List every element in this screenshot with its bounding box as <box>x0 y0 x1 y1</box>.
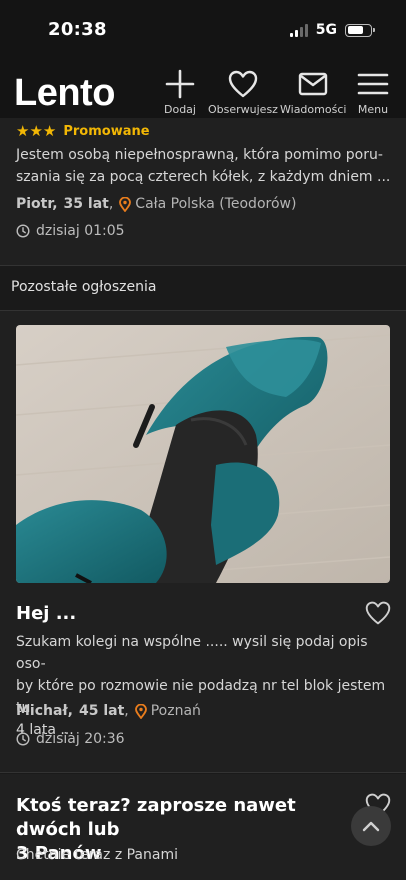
app-logo[interactable]: Lento <box>14 72 115 115</box>
battery-icon <box>345 23 375 37</box>
listing-description: Jestem osobą niepełnosprawną, która pomi… <box>16 144 396 188</box>
listing-description: Chetnie teraz z Panami <box>16 847 178 863</box>
promoted-badge: ★★★ Promowane <box>16 123 150 139</box>
title-line: Ktoś teraz? zaprosze nawet dwóch lub <box>16 795 296 840</box>
clock-icon <box>16 732 30 746</box>
favorite-heart-icon[interactable] <box>364 600 392 626</box>
envelope-icon <box>299 72 328 96</box>
location-pin-icon <box>119 196 132 212</box>
nav-watching-label: Obserwujesz <box>208 103 278 116</box>
nav-messages-button[interactable]: Wiadomości <box>280 68 346 116</box>
author-name: Piotr, <box>16 196 58 212</box>
promoted-label: Promowane <box>63 123 150 139</box>
nav-watching-button[interactable]: Obserwujesz <box>208 68 278 116</box>
listing-title[interactable]: Hej ... <box>16 603 76 624</box>
description-line: Szukam kolegi na wspólne ..... wysil się… <box>16 634 368 672</box>
author-age: 45 lat <box>78 703 125 719</box>
clock-icon <box>16 224 30 238</box>
chevron-up-icon <box>362 821 380 832</box>
network-label: 5G <box>315 22 337 38</box>
nav-add-button[interactable]: Dodaj <box>164 68 196 116</box>
nav-menu-button[interactable]: Menu <box>357 68 389 116</box>
signal-icon <box>289 23 308 37</box>
listing-meta: Piotr, 35 lat, Cała Polska (Teodorów) <box>16 196 297 212</box>
listing-photo[interactable] <box>16 325 390 583</box>
author-location: Cała Polska (Teodorów) <box>135 196 297 212</box>
listing-date: dzisiaj 01:05 <box>16 223 125 239</box>
status-indicators: 5G <box>289 22 375 38</box>
nav-add-label: Dodaj <box>164 103 196 116</box>
date-text: dzisiaj 20:36 <box>36 731 125 747</box>
status-time: 20:38 <box>48 19 107 40</box>
author-location: Poznań <box>150 703 201 719</box>
author-name: Michał, <box>16 703 73 719</box>
heart-icon <box>228 70 258 98</box>
app-header: Lento Dodaj Obserwujesz Wiadomości Menu <box>0 62 406 124</box>
nav-messages-label: Wiadomości <box>280 103 347 116</box>
hamburger-icon <box>357 73 389 95</box>
section-header: Pozostałe ogłoszenia <box>0 267 406 311</box>
star-rating-icon: ★★★ <box>16 122 57 140</box>
listing-date: dzisiaj 20:36 <box>16 731 125 747</box>
description-line: Jestem osobą niepełnosprawną, która pomi… <box>16 147 383 163</box>
listing-card[interactable]: Ktoś teraz? zaprosze nawet dwóch lub 3 P… <box>0 774 406 880</box>
scroll-to-top-button[interactable] <box>351 806 391 846</box>
promoted-listing-card[interactable]: ★★★ Promowane Jestem osobą niepełnospraw… <box>0 118 406 266</box>
section-title: Pozostałe ogłoszenia <box>11 279 157 295</box>
listing-description: Szukam kolegi na wspólne ..... wysil się… <box>16 631 396 741</box>
date-text: dzisiaj 01:05 <box>36 223 125 239</box>
listing-meta: Michał, 45 lat, Poznań <box>16 703 201 719</box>
nav-menu-label: Menu <box>357 103 389 116</box>
status-bar: 20:38 5G <box>0 0 406 62</box>
description-line: szania się za pocą czterech kółek, z każ… <box>16 169 391 185</box>
listing-card[interactable]: Hej ... Szukam kolegi na wspólne ..... w… <box>0 311 406 773</box>
author-age: 35 lat <box>63 196 109 212</box>
location-pin-icon <box>134 703 147 719</box>
plus-icon <box>165 69 195 99</box>
